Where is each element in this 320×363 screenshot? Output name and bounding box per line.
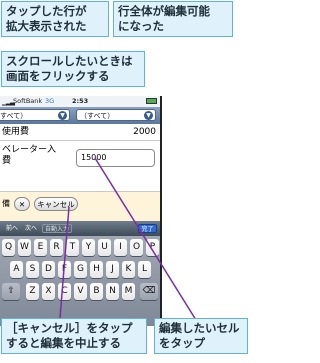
callout-scroll: スクロールしたいときは 画面をフリックする <box>1 51 145 87</box>
callout-line: 編集したいセル <box>159 321 240 335</box>
callout-line: 行全体が編集可能 <box>118 4 210 18</box>
shift-key[interactable]: ⇧ <box>2 283 20 300</box>
shift-icon: ⇧ <box>7 286 15 296</box>
key-c[interactable]: C <box>58 283 71 300</box>
filter-select-left-label: すべて） <box>0 112 28 120</box>
expanded-row-label-line: 費 <box>2 156 12 166</box>
next-button[interactable]: 次へ <box>23 224 39 233</box>
callout-line: になった <box>118 19 164 33</box>
network-label: 3G <box>45 97 55 105</box>
key-y[interactable]: Y <box>82 239 95 256</box>
input-toolbar: 前へ 次へ 自動入力 完了 <box>0 221 160 236</box>
callout-editable: 行全体が編集可能 になった <box>113 1 233 37</box>
key-d[interactable]: D <box>42 261 55 278</box>
key-w[interactable]: W <box>18 239 31 256</box>
filter-select-left[interactable]: すべて） ▼ <box>0 109 70 121</box>
filter-bar: すべて） ▼ （すべて） ▼ <box>0 107 160 124</box>
key-k[interactable]: K <box>122 261 135 278</box>
key-i[interactable]: I <box>114 239 127 256</box>
callout-line: をタップ <box>159 336 205 350</box>
x-button[interactable]: ✕ <box>14 197 30 211</box>
phone-screen: ▁▂▃ SoftBank 3G 2:53 すべて） ▼ （すべて） ▼ 使用費 … <box>0 96 162 326</box>
key-f[interactable]: F <box>58 261 71 278</box>
status-bar: ▁▂▃ SoftBank 3G 2:53 <box>0 96 160 107</box>
key-p[interactable]: P <box>146 239 159 256</box>
prev-button[interactable]: 前へ <box>4 224 20 233</box>
delete-icon: ⌫ <box>142 286 156 296</box>
key-u[interactable]: U <box>98 239 111 256</box>
time-label: 2:53 <box>72 97 89 105</box>
key-t[interactable]: T <box>66 239 79 256</box>
key-g[interactable]: G <box>74 261 87 278</box>
key-r[interactable]: R <box>50 239 63 256</box>
keyboard: Q W E R T Y U I O P A S D F G H J K L ⇧ … <box>0 236 160 326</box>
callout-line: 拡大表示された <box>6 19 87 33</box>
filter-select-right[interactable]: （すべて） ▼ <box>76 109 156 121</box>
key-e[interactable]: E <box>34 239 47 256</box>
callout-line: ［キャンセル］をタップ <box>6 321 133 335</box>
row-label: 使用費 <box>2 127 30 137</box>
chevron-down-icon: ▼ <box>58 111 67 120</box>
amount-input[interactable]: 15000 <box>76 149 155 167</box>
callout-tapped-row: タップした行が 拡大表示された <box>1 1 109 37</box>
expanded-row-label: ベレーター入 費 <box>2 145 56 167</box>
key-h[interactable]: H <box>90 261 103 278</box>
callout-line: タップした行が <box>6 4 87 18</box>
key-b[interactable]: B <box>90 283 103 300</box>
key-z[interactable]: Z <box>26 283 39 300</box>
filter-select-right-label: （すべて） <box>80 112 115 120</box>
expanded-row[interactable]: ベレーター入 費 15000 <box>0 141 160 192</box>
table-row[interactable]: 使用費 2000 <box>0 124 160 141</box>
key-l[interactable]: L <box>138 261 151 278</box>
cancel-button-label: キャンセル <box>37 200 75 209</box>
close-icon: ✕ <box>18 200 26 209</box>
key-o[interactable]: O <box>130 239 143 256</box>
cancel-button[interactable]: キャンセル <box>34 197 78 211</box>
edit-area: 使用費 2000 ベレーター入 費 15000 備 ✕ キャンセル <box>0 124 160 221</box>
done-button[interactable]: 完了 <box>138 224 157 233</box>
key-s[interactable]: S <box>26 261 39 278</box>
callout-line: すると編集を中止する <box>6 336 121 350</box>
expanded-row-label-line: ベレーター入 <box>2 145 57 155</box>
key-n[interactable]: N <box>106 283 119 300</box>
callout-line: スクロールしたいときは <box>6 54 133 68</box>
key-q[interactable]: Q <box>2 239 15 256</box>
battery-icon <box>146 98 157 104</box>
key-x[interactable]: X <box>42 283 55 300</box>
callout-cancel: ［キャンセル］をタップ すると編集を中止する <box>1 318 147 354</box>
chevron-down-icon: ▼ <box>144 111 153 120</box>
row-value: 2000 <box>133 127 156 137</box>
autofill-button[interactable]: 自動入力 <box>42 224 72 233</box>
callout-line: 画面をフリックする <box>6 69 110 83</box>
key-v[interactable]: V <box>74 283 87 300</box>
delete-key[interactable]: ⌫ <box>140 283 158 300</box>
action-row: 備 ✕ キャンセル <box>0 192 160 220</box>
row-label: 備 <box>2 199 10 208</box>
key-m[interactable]: M <box>122 283 135 300</box>
key-a[interactable]: A <box>10 261 23 278</box>
carrier-label: SoftBank <box>13 97 43 105</box>
callout-edit-cell: 編集したいセル をタップ <box>154 318 248 354</box>
key-j[interactable]: J <box>106 261 119 278</box>
